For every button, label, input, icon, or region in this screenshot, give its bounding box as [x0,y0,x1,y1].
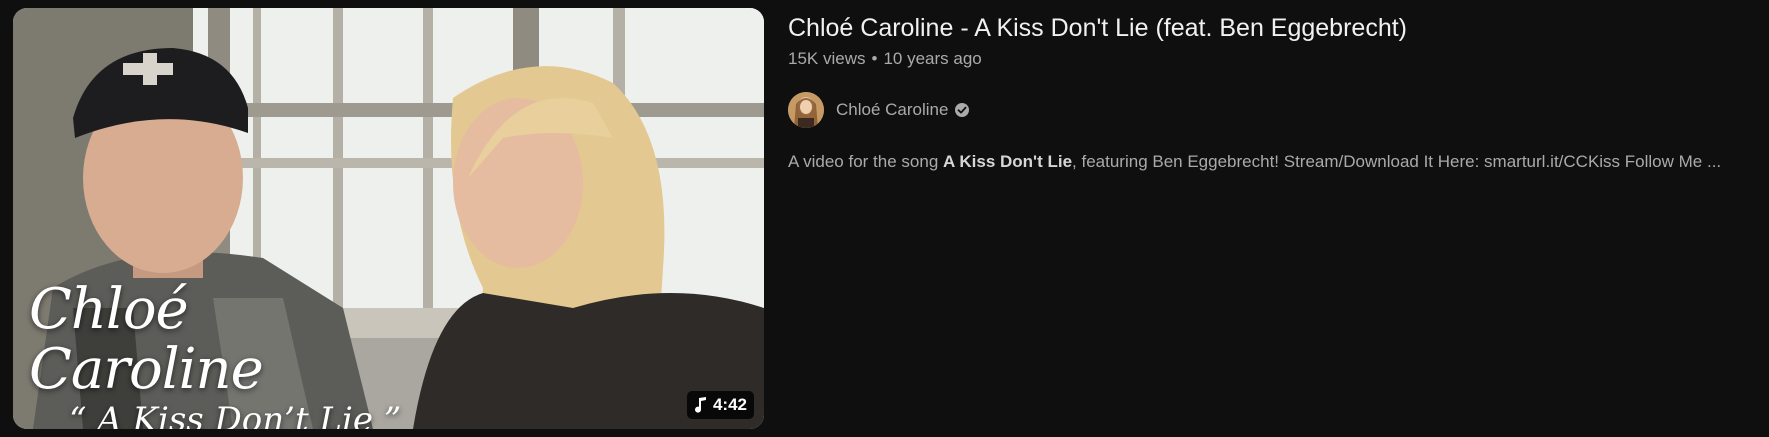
video-metadata: 15K views • 10 years ago [788,49,982,69]
overlay-song-text: “ A Kiss Don’t Lie ” [69,400,402,429]
video-description-snippet: A video for the song A Kiss Don't Lie, f… [788,152,1721,172]
duration-badge: 4:42 [686,391,754,419]
meta-separator: • [871,49,878,68]
duration-text: 4:42 [712,395,747,414]
channel-avatar[interactable] [788,92,824,128]
channel-info[interactable]: Chloé Caroline [788,92,970,128]
description-bold: A Kiss Don't Lie [943,152,1073,171]
thumbnail-overlay-title: Chloé Caroline “ A Kiss Don’t Lie ” [29,277,409,430]
music-note-icon [694,397,706,413]
verified-check-icon [955,103,970,117]
video-result[interactable]: Chloé Caroline “ A Kiss Don’t Lie ” 4:42… [0,0,1769,437]
video-thumbnail[interactable]: Chloé Caroline “ A Kiss Don’t Lie ” 4:42 [13,8,764,429]
upload-age: 10 years ago [883,49,982,68]
overlay-artist-text: Chloé Caroline [29,277,264,402]
channel-name-link[interactable]: Chloé Caroline [836,100,948,120]
view-count: 15K views [788,49,866,68]
description-suffix: , featuring Ben Eggebrecht! Stream/Downl… [1072,152,1722,171]
video-title-link[interactable]: Chloé Caroline - A Kiss Don't Lie (feat.… [788,12,1407,44]
description-prefix: A video for the song [788,152,943,171]
